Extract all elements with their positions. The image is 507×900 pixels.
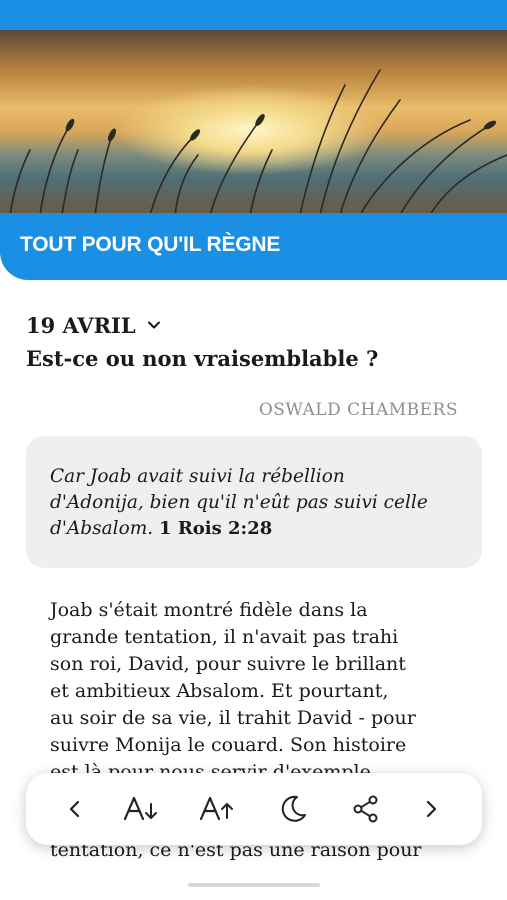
- devotional-body: Joab s'était montré fidèle dans la grand…: [50, 597, 470, 861]
- font-increase-icon: [199, 796, 233, 821]
- date-label: 19 AVRIL: [26, 312, 136, 338]
- body-line: grande tentation, il n'avait pas trahi: [50, 626, 399, 648]
- body-line: et ambitieux Absalom. Et pourtant,: [50, 680, 389, 702]
- previous-button[interactable]: [57, 791, 93, 827]
- verse-reference[interactable]: 1 Rois 2:28: [159, 518, 272, 539]
- chevron-left-icon: [69, 800, 80, 818]
- section-title-bar: TOUT POUR QU'IL RÈGNE: [0, 213, 507, 280]
- header-banner-image: [0, 30, 507, 215]
- grass-silhouette: [9, 69, 507, 215]
- night-mode-button[interactable]: [275, 791, 311, 827]
- date-selector[interactable]: 19 AVRIL: [26, 310, 162, 340]
- verse-line: Car Joab avait suivi la rébellion: [50, 466, 345, 487]
- verse-box: Car Joab avait suivi la rébellion d'Adon…: [26, 436, 482, 568]
- status-bar: [0, 0, 507, 30]
- body-line: son roi, David, pour suivre le brillant: [50, 653, 406, 675]
- decrease-font-button[interactable]: [123, 791, 159, 827]
- chevron-right-icon: [426, 800, 437, 818]
- reader-toolbar: [26, 773, 482, 845]
- chevron-down-icon: [147, 321, 160, 329]
- body-line: au soir de sa vie, il trahit David - pou…: [50, 707, 416, 729]
- moon-icon: [281, 795, 306, 822]
- home-indicator[interactable]: [188, 883, 320, 887]
- body-line: suivre Monija le couard. Son histoire: [50, 734, 407, 756]
- verse-line: d'Absalom.: [50, 518, 154, 539]
- share-icon: [353, 795, 378, 823]
- devotional-title: Est-ce ou non vraisemblable ?: [26, 346, 379, 371]
- increase-font-button[interactable]: [199, 791, 235, 827]
- verse-line-last: d'Absalom. 1 Rois 2:28: [50, 516, 462, 542]
- next-button[interactable]: [413, 791, 449, 827]
- body-line: Joab s'était montré fidèle dans la: [50, 599, 368, 621]
- author-name: OSWALD CHAMBERS: [258, 400, 458, 420]
- font-decrease-icon: [123, 796, 157, 821]
- section-title: TOUT POUR QU'IL RÈGNE: [20, 233, 281, 256]
- verse-line: d'Adonija, bien qu'il n'eût pas suivi ce…: [50, 492, 428, 513]
- share-button[interactable]: [348, 791, 384, 827]
